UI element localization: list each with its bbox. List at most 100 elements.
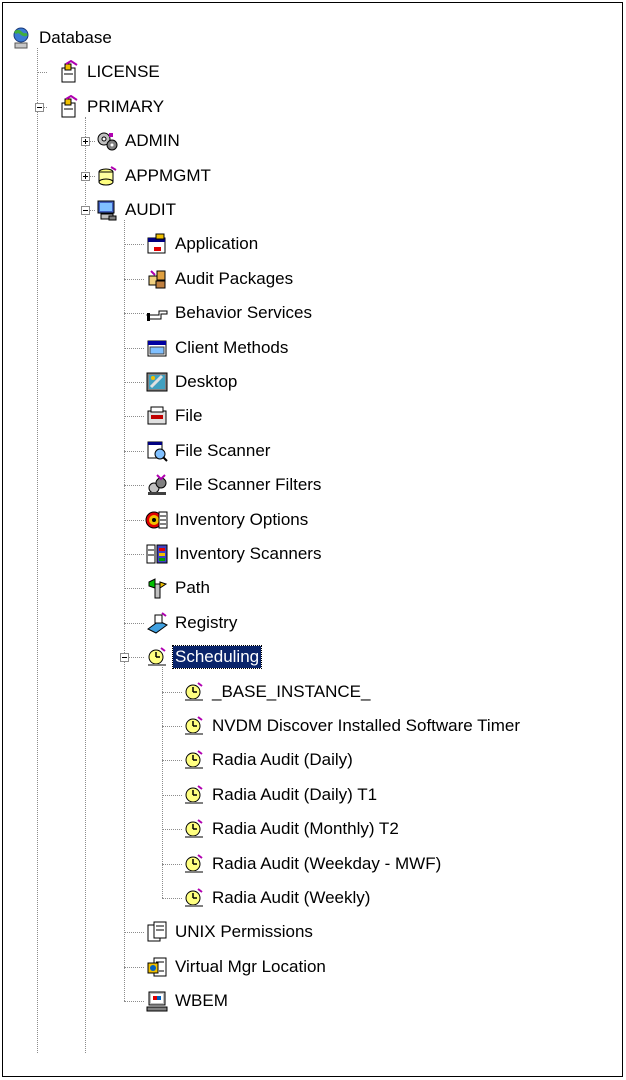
tree-node-label[interactable]: Radia Audit (Weekday - MWF) — [210, 853, 443, 875]
tree-connector-horizontal — [124, 588, 144, 590]
tree-node-label[interactable]: Behavior Services — [173, 302, 314, 324]
primary-collapse-toggle[interactable] — [35, 102, 44, 112]
tree-connector-horizontal — [162, 898, 182, 899]
tree-node-wbem[interactable]: WBEM — [145, 986, 230, 1016]
tree-node-virtual-mgr-location[interactable]: Virtual Mgr Location — [145, 952, 328, 982]
tree-connector-horizontal — [162, 726, 182, 727]
tree-connector-vertical — [85, 116, 86, 1053]
tree-node-desktop[interactable]: Desktop — [145, 367, 239, 397]
tree-node-label[interactable]: File Scanner — [173, 440, 272, 462]
tree-node-label[interactable]: Scheduling — [171, 645, 263, 670]
tree-node-label[interactable]: Radia Audit (Weekly) — [210, 887, 372, 909]
tree-connector-horizontal — [124, 932, 144, 934]
wbem-monitor-icon — [145, 989, 169, 1013]
packages-icon — [145, 267, 169, 291]
audit-collapse-toggle[interactable] — [81, 206, 90, 215]
tree-connector-horizontal — [162, 863, 182, 865]
schedule-instance-icon — [182, 783, 206, 807]
tree-node-radia-audit-daily-t1[interactable]: Radia Audit (Daily) T1 — [182, 780, 379, 810]
tree-node-label[interactable]: Radia Audit (Daily) — [210, 749, 355, 771]
tree-node-label[interactable]: NVDM Discover Installed Software Timer — [210, 715, 522, 737]
tree-node-label[interactable]: _BASE_INSTANCE_ — [210, 681, 372, 703]
gears-icon — [95, 129, 119, 153]
tree-node-label[interactable]: ADMIN — [123, 130, 182, 152]
tree-node-radia-audit-weekly[interactable]: Radia Audit (Weekly) — [182, 883, 372, 913]
scheduling-collapse-toggle[interactable] — [120, 653, 129, 663]
appmgmt-expand-toggle[interactable] — [81, 171, 90, 181]
tree-connector-horizontal — [124, 244, 144, 246]
desktop-icon — [145, 370, 169, 394]
scheduling-icon — [145, 645, 169, 669]
tree-node-path[interactable]: Path — [145, 573, 212, 603]
tree-connector-horizontal — [124, 278, 144, 280]
tree-node-file-scanner[interactable]: File Scanner — [145, 436, 272, 466]
tree-connector-horizontal — [124, 485, 144, 487]
computer-icon — [95, 198, 119, 222]
tree-node-label[interactable]: Desktop — [173, 371, 239, 393]
filter-icon — [145, 473, 169, 497]
tree-node-label[interactable]: APPMGMT — [123, 165, 213, 187]
tree-node-client-methods[interactable]: Client Methods — [145, 333, 290, 363]
tree-node-inventory-options[interactable]: Inventory Options — [145, 505, 310, 535]
tree-node-inventory-scanners[interactable]: Inventory Scanners — [145, 539, 323, 569]
tree-node-label[interactable]: Inventory Options — [173, 509, 310, 531]
tree-node-label[interactable]: Radia Audit (Monthly) T2 — [210, 818, 401, 840]
tree-node-radia-audit-daily[interactable]: Radia Audit (Daily) — [182, 745, 355, 775]
tree-node-label[interactable]: Virtual Mgr Location — [173, 956, 328, 978]
tree-connector-vertical — [37, 48, 38, 1053]
tree-node-admin[interactable]: ADMIN — [95, 126, 182, 156]
tree-node-label[interactable]: File — [173, 405, 204, 427]
tree-connector-horizontal — [124, 347, 144, 349]
tree-node-label[interactable]: Inventory Scanners — [173, 543, 323, 565]
tree-node-license[interactable]: LICENSE — [57, 57, 162, 87]
tree-node-file-scanner-filters[interactable]: File Scanner Filters — [145, 470, 323, 500]
tree-node-audit-packages[interactable]: Audit Packages — [145, 264, 295, 294]
tree-node-label[interactable]: Registry — [173, 612, 239, 634]
tree-node-label[interactable]: Database — [37, 27, 114, 49]
registry-icon — [145, 611, 169, 635]
tree-node-label[interactable]: File Scanner Filters — [173, 474, 323, 496]
schedule-instance-icon — [182, 714, 206, 738]
tree-connector-horizontal — [124, 622, 144, 624]
tree-connector-horizontal — [124, 313, 144, 315]
tree-node-primary[interactable]: PRIMARY — [57, 92, 166, 122]
tree-connector-horizontal — [124, 450, 144, 452]
tree-node-radia-audit-monthly-t2[interactable]: Radia Audit (Monthly) T2 — [182, 814, 401, 844]
tree-connector-horizontal — [124, 966, 144, 968]
tree-node-appmgmt[interactable]: APPMGMT — [95, 161, 213, 191]
tree-node-label[interactable]: WBEM — [173, 990, 230, 1012]
tree-node-radia-audit-weekday-mwf[interactable]: Radia Audit (Weekday - MWF) — [182, 849, 443, 879]
tree-node-file[interactable]: File — [145, 401, 204, 431]
tree-node-application[interactable]: Application — [145, 229, 260, 259]
tree-connector-horizontal — [162, 760, 182, 762]
tree-node-label[interactable]: LICENSE — [85, 61, 162, 83]
tree-connector-horizontal — [124, 554, 144, 555]
tree-node-label[interactable]: Application — [173, 233, 260, 255]
file-cabinet-icon — [57, 94, 81, 119]
admin-expand-toggle[interactable] — [81, 137, 90, 147]
schedule-instance-icon — [182, 817, 206, 841]
tree-panel: Database LICENSE PRIMARY ADMIN APPMGMT AUDIT A… — [2, 2, 623, 1077]
path-icon — [145, 576, 169, 600]
tree-node-label[interactable]: Client Methods — [173, 337, 290, 359]
tree-node-base-instance[interactable]: _BASE_INSTANCE_ — [182, 677, 372, 707]
tree-node-label[interactable]: AUDIT — [123, 199, 178, 221]
tree-node-behavior-services[interactable]: Behavior Services — [145, 298, 314, 328]
tree-node-label[interactable]: PRIMARY — [85, 96, 166, 118]
schedule-instance-icon — [182, 680, 206, 704]
application-window-icon — [145, 232, 169, 256]
tree-node-nvdm-discover-installed-software-timer[interactable]: NVDM Discover Installed Software Timer — [182, 711, 522, 741]
tree-connector-horizontal — [162, 794, 182, 796]
tree-node-unix-permissions[interactable]: UNIX Permissions — [145, 917, 315, 947]
tree-node-label[interactable]: UNIX Permissions — [173, 921, 315, 943]
tree-connector-horizontal — [124, 519, 144, 521]
tree-node-registry[interactable]: Registry — [145, 608, 239, 638]
tree-node-database[interactable]: Database — [9, 23, 114, 53]
tree-connector-horizontal — [124, 382, 144, 383]
tree-node-label[interactable]: Audit Packages — [173, 268, 295, 290]
tree-node-label[interactable]: Path — [173, 577, 212, 599]
tree-node-label[interactable]: Radia Audit (Daily) T1 — [210, 784, 379, 806]
globe-database-icon — [9, 26, 33, 50]
tree-connector-horizontal — [37, 72, 47, 74]
tree-node-audit[interactable]: AUDIT — [95, 195, 178, 225]
